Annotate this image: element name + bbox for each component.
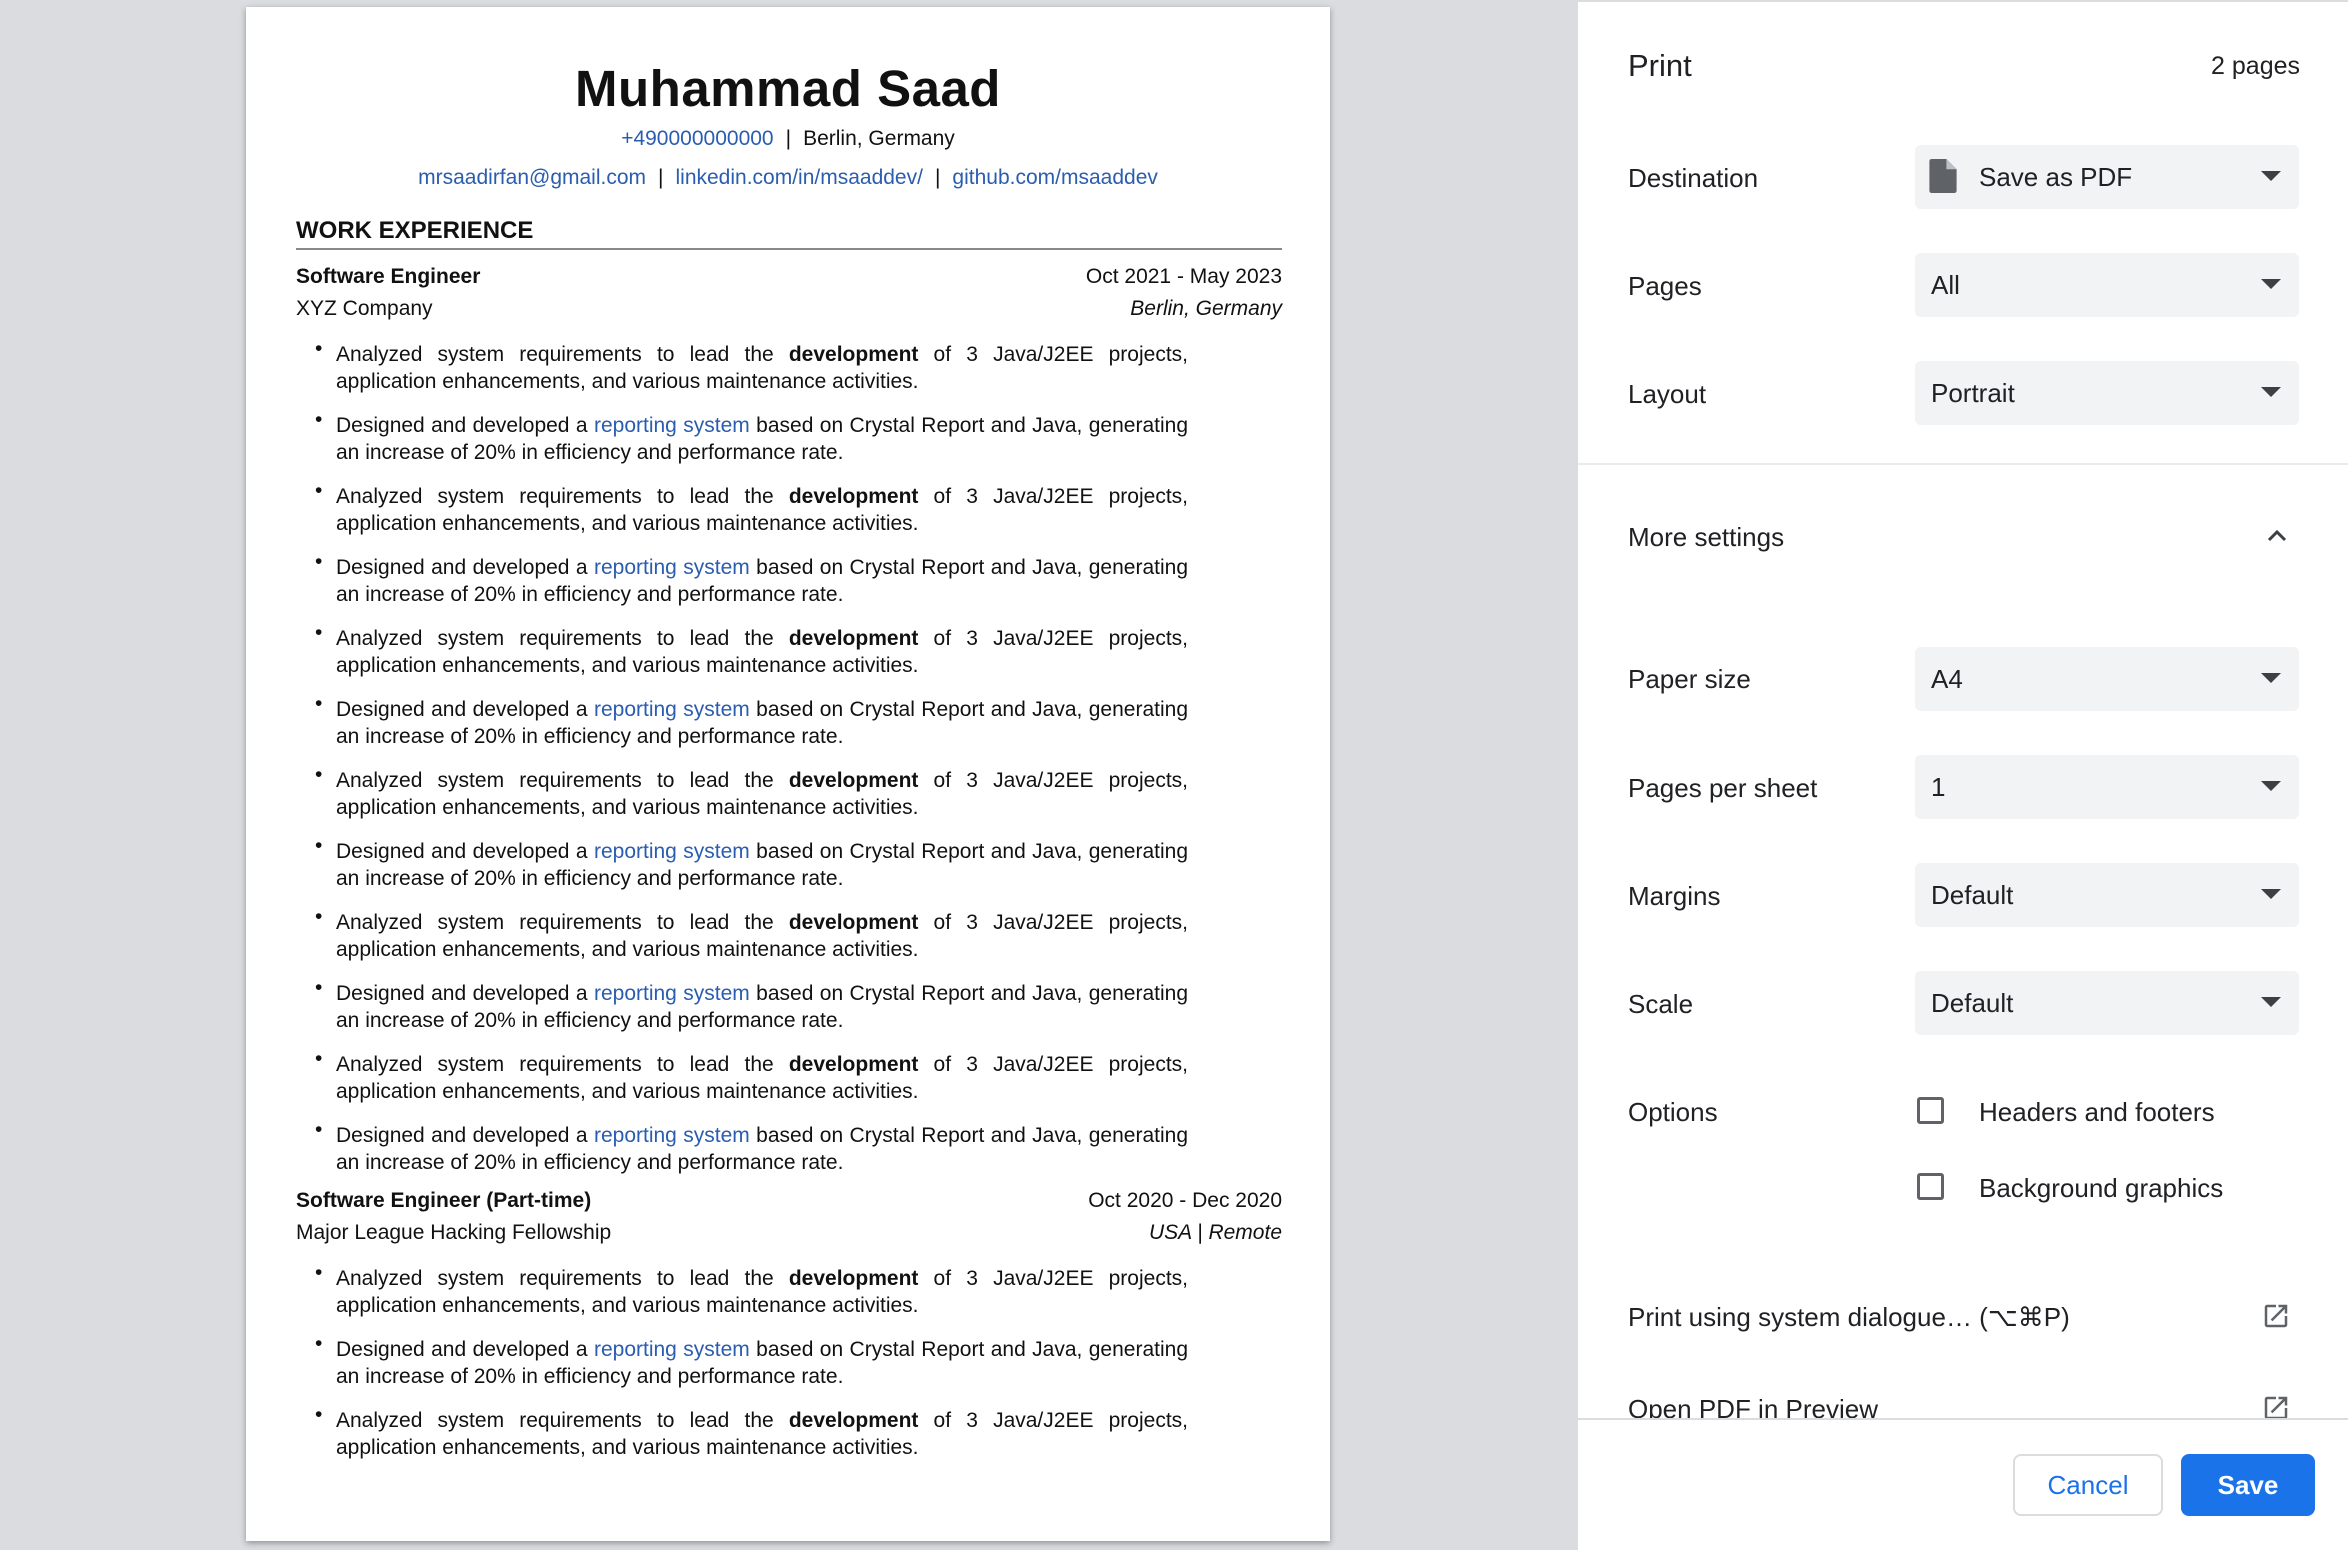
bullet-item: • Analyzed system requirements to lead th… <box>315 621 1188 677</box>
bullet-item: • Designed and developed a reporting syst… <box>315 550 1188 606</box>
job-entry-1: Software Engineer Oct 2021 - May 2023 XY… <box>296 265 1282 1187</box>
pages-per-sheet-select[interactable]: 1 <box>1915 755 2299 819</box>
pages-select[interactable]: All <box>1915 253 2299 317</box>
background-graphics-checkbox[interactable] <box>1917 1173 1944 1200</box>
reporting-system-link[interactable]: reporting system <box>594 414 750 437</box>
headers-footers-checkbox[interactable] <box>1917 1097 1944 1124</box>
contact-line-1: +490000000000 | Berlin, Germany <box>246 127 1330 151</box>
email-link[interactable]: mrsaadirfan@gmail.com <box>418 166 646 189</box>
job-company: XYZ Company <box>296 297 433 320</box>
margins-value: Default <box>1931 880 2014 910</box>
resume-page: Muhammad Saad +490000000000 | Berlin, Germ… <box>246 7 1330 1541</box>
bullet-item: • Designed and developed a reporting syst… <box>315 1118 1188 1174</box>
chevron-down-icon <box>2261 781 2281 791</box>
bullet-item: • Analyzed system requirements to lead th… <box>315 1403 1188 1459</box>
paper-size-select[interactable]: A4 <box>1915 647 2299 711</box>
bullet-item: • Analyzed system requirements to lead th… <box>315 763 1188 819</box>
job-bullets: • Analyzed system requirements to lead th… <box>296 1259 1282 1472</box>
job-header: Software Engineer Oct 2021 - May 2023 <box>296 265 1282 297</box>
reporting-system-link[interactable]: reporting system <box>594 1124 750 1147</box>
options-label: Options <box>1628 1097 1718 1127</box>
pages-label: Pages <box>1628 271 1702 301</box>
resume-name: Muhammad Saad <box>575 60 1001 117</box>
cancel-button[interactable]: Cancel <box>2013 1454 2163 1516</box>
chevron-down-icon <box>2261 889 2281 899</box>
chevron-down-icon <box>2261 387 2281 397</box>
job-subheader: XYZ Company Berlin, Germany <box>296 297 1282 329</box>
job-title: Software Engineer (Part-time) <box>296 1189 592 1212</box>
job-subheader: Major League Hacking Fellowship USA | Re… <box>296 1221 1282 1253</box>
bullet-item: • Designed and developed a reporting syst… <box>315 408 1188 464</box>
bullet-item: • Designed and developed a reporting syst… <box>315 1332 1188 1388</box>
open-external-icon[interactable] <box>2261 1301 2291 1331</box>
paper-size-label: Paper size <box>1628 664 1751 694</box>
file-icon <box>1929 159 1957 193</box>
phone-link[interactable]: +490000000000 <box>621 127 773 150</box>
separator: | <box>934 166 941 189</box>
bullet-item: • Analyzed system requirements to lead th… <box>315 479 1188 535</box>
pages-per-sheet-label: Pages per sheet <box>1628 773 1818 803</box>
section-title-work-experience: WORK EXPERIENCE <box>296 217 534 244</box>
layout-value: Portrait <box>1931 378 2015 408</box>
section-divider <box>296 248 1282 250</box>
job-header: Software Engineer (Part-time) Oct 2020 -… <box>296 1189 1282 1221</box>
chevron-down-icon <box>2261 673 2281 683</box>
margins-label: Margins <box>1628 881 1721 911</box>
print-title: Print <box>1628 48 1692 83</box>
reporting-system-link[interactable]: reporting system <box>594 840 750 863</box>
job-company: Major League Hacking Fellowship <box>296 1221 612 1244</box>
scale-select[interactable]: Default <box>1915 971 2299 1035</box>
bullet-item: • Designed and developed a reporting syst… <box>315 976 1188 1032</box>
chevron-down-icon <box>2261 171 2281 181</box>
layout-select[interactable]: Portrait <box>1915 361 2299 425</box>
github-link[interactable]: github.com/msaaddev <box>952 166 1157 189</box>
bullet-item: • Designed and developed a reporting syst… <box>315 834 1188 890</box>
linkedin-link[interactable]: linkedin.com/in/msaaddev/ <box>675 166 922 189</box>
reporting-system-link[interactable]: reporting system <box>594 982 750 1005</box>
separator: | <box>658 166 664 189</box>
headers-footers-label[interactable]: Headers and footers <box>1979 1097 2215 1128</box>
job-location: USA | Remote <box>1148 1221 1282 1244</box>
job-bullets: • Analyzed system requirements to lead th… <box>296 335 1282 1187</box>
chevron-down-icon <box>2261 279 2281 289</box>
print-settings-panel: Print 2 pages Destination Save as PDF Pa… <box>1578 0 2348 1550</box>
scale-value: Default <box>1931 988 2014 1018</box>
margins-select[interactable]: Default <box>1915 863 2299 927</box>
pages-value: All <box>1931 270 1960 300</box>
reporting-system-link[interactable]: reporting system <box>594 556 750 579</box>
layout-label: Layout <box>1628 379 1707 409</box>
reporting-system-link[interactable]: reporting system <box>594 1338 750 1361</box>
location-text: Berlin, Germany <box>803 127 955 150</box>
save-button[interactable]: Save <box>2181 1454 2315 1516</box>
job-location: Berlin, Germany <box>1130 297 1282 320</box>
dialog-footer: Cancel Save <box>1578 1418 2348 1550</box>
job-title: Software Engineer <box>296 265 481 288</box>
paper-size-value: A4 <box>1931 664 1963 694</box>
bullet-item: • Analyzed system requirements to lead th… <box>315 905 1188 961</box>
separator: | <box>785 127 792 150</box>
bullet-item: • Analyzed system requirements to lead th… <box>315 1047 1188 1103</box>
bullet-item: • Designed and developed a reporting syst… <box>315 692 1188 748</box>
section-divider <box>1578 463 2348 465</box>
job-entry-2: Software Engineer (Part-time) Oct 2020 -… <box>296 1189 1282 1472</box>
bullet-item: • Analyzed system requirements to lead th… <box>315 337 1188 393</box>
pages-per-sheet-value: 1 <box>1931 772 1946 802</box>
job-dates: Oct 2021 - May 2023 <box>1085 265 1282 288</box>
job-dates: Oct 2020 - Dec 2020 <box>1088 1189 1282 1212</box>
scale-label: Scale <box>1628 989 1694 1019</box>
print-preview-area: Muhammad Saad +490000000000 | Berlin, Germ… <box>0 0 1578 1548</box>
system-dialogue-link[interactable]: Print using system dialogue… (⌥⌘P) <box>1628 1302 2070 1333</box>
chevron-up-icon[interactable] <box>2265 524 2289 548</box>
panel-top-border <box>1578 0 2348 2</box>
page-count: 2 pages <box>2211 52 2300 80</box>
chevron-down-icon <box>2261 997 2281 1007</box>
contact-line-2: mrsaadirfan@gmail.com | linkedin.com/in/ms… <box>246 166 1330 190</box>
destination-value: Save as PDF <box>1979 162 2133 192</box>
destination-select[interactable]: Save as PDF <box>1915 145 2299 209</box>
background-graphics-label[interactable]: Background graphics <box>1979 1173 2223 1204</box>
reporting-system-link[interactable]: reporting system <box>594 698 750 721</box>
destination-label: Destination <box>1628 163 1759 193</box>
bullet-item: • Analyzed system requirements to lead th… <box>315 1261 1188 1317</box>
more-settings-toggle[interactable]: More settings <box>1628 522 1784 553</box>
